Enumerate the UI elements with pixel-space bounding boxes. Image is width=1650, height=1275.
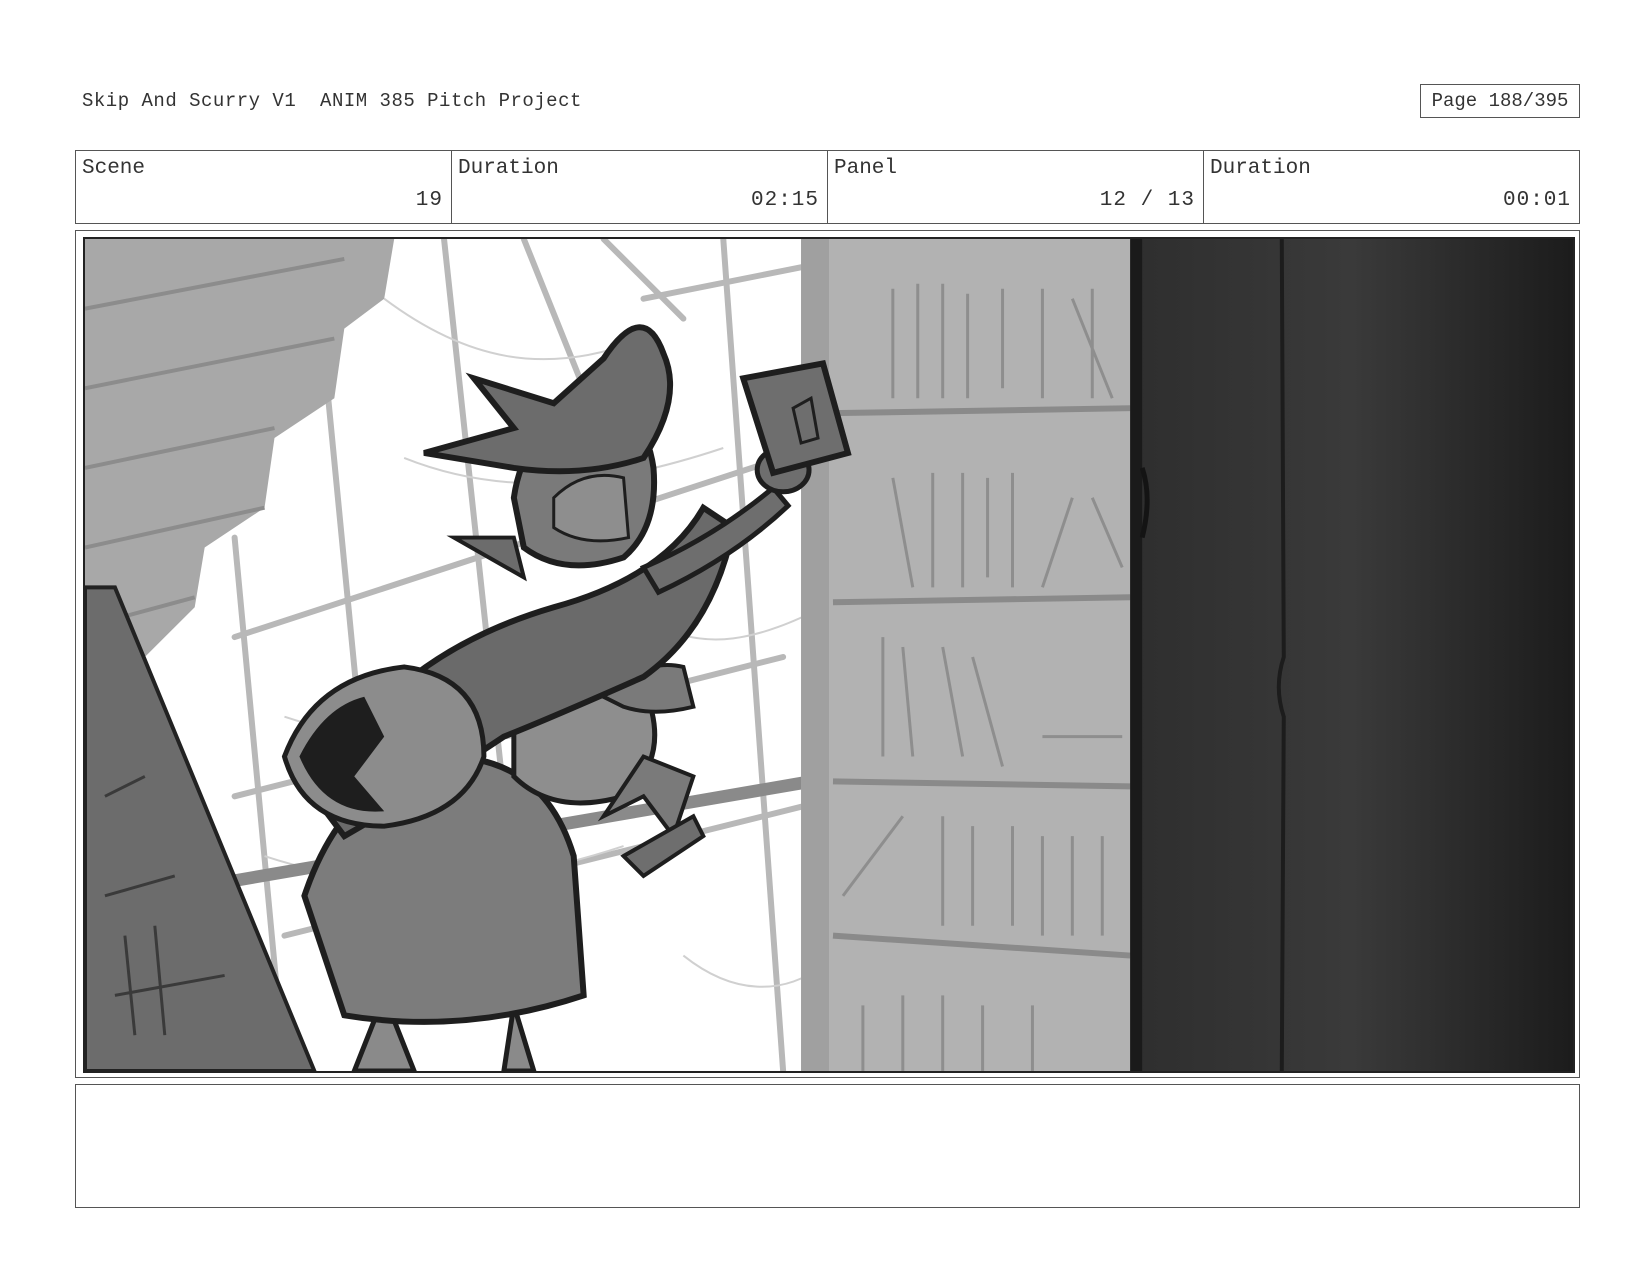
scene-cell: Scene 19 bbox=[76, 151, 452, 223]
scene-duration-label: Duration bbox=[458, 157, 559, 180]
scene-label: Scene bbox=[82, 157, 146, 180]
panel-duration-cell: Duration 00:01 bbox=[1204, 151, 1579, 223]
scene-value: 19 bbox=[415, 189, 443, 212]
dark-door bbox=[1130, 239, 1573, 1071]
panel-notes-box bbox=[75, 1084, 1580, 1208]
panel-value: 12 / 13 bbox=[1099, 189, 1195, 212]
project-title: Skip And Scurry V1 ANIM 385 Pitch Projec… bbox=[82, 90, 582, 112]
panel-duration-value: 00:01 bbox=[1502, 189, 1571, 212]
door-edge bbox=[1130, 239, 1143, 1071]
panel-cell: Panel 12 / 13 bbox=[828, 151, 1204, 223]
page-number: Page 188/395 bbox=[1420, 84, 1580, 118]
scene-duration-cell: Duration 02:15 bbox=[452, 151, 828, 223]
scene-duration-value: 02:15 bbox=[750, 189, 819, 212]
panel-info-table: Scene 19 Duration 02:15 Panel 12 / 13 Du… bbox=[75, 150, 1580, 224]
panel-label: Panel bbox=[834, 157, 898, 180]
sketch-illustration bbox=[85, 239, 1573, 1071]
panel-duration-label: Duration bbox=[1210, 157, 1311, 180]
storyboard-drawing bbox=[83, 237, 1575, 1073]
